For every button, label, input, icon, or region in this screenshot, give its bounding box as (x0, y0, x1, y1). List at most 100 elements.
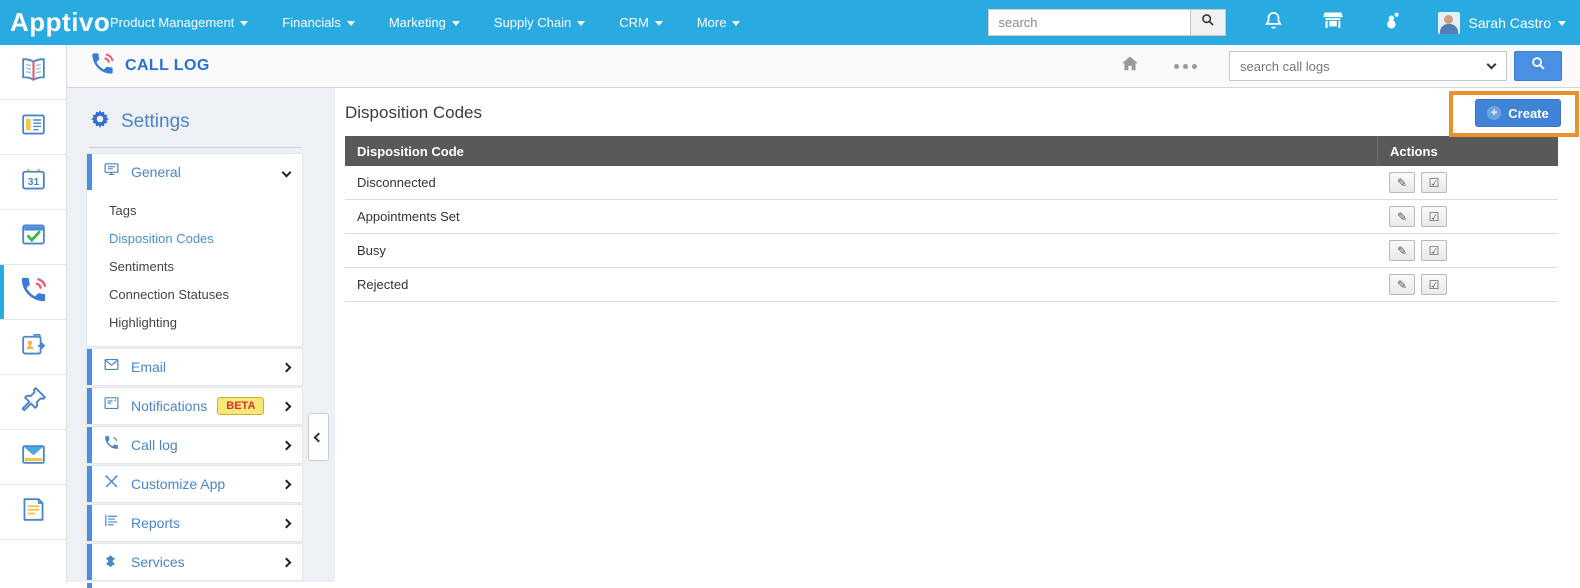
caret-down-icon (732, 20, 741, 26)
settings-section-customize-app-header[interactable]: Customize App (87, 466, 302, 502)
call-log-search (1229, 51, 1507, 81)
search-icon (1200, 12, 1216, 33)
rail-item-call-log[interactable] (0, 265, 66, 320)
caret-down-icon (240, 20, 249, 26)
section-label: General (131, 164, 181, 180)
menu-more[interactable]: More (697, 15, 741, 30)
settings-section-general-header[interactable]: General (87, 154, 302, 190)
pencil-icon: ✎ (1396, 175, 1408, 190)
avatar-body (1439, 23, 1458, 34)
rail-item-news[interactable] (0, 45, 66, 100)
disposition-code-value: Busy (357, 243, 386, 258)
verify-button[interactable]: ☑ (1421, 274, 1447, 295)
book-icon (18, 54, 49, 90)
disposition-code-value: Appointments Set (357, 209, 460, 224)
home-button[interactable] (1118, 53, 1142, 80)
call-log-search-button[interactable] (1514, 51, 1562, 81)
rail-item-notes[interactable] (0, 485, 66, 540)
checkbox-check-icon: ☑ (1428, 243, 1440, 258)
settings-section-call-log-header[interactable]: Call log (87, 427, 302, 463)
global-search-button[interactable] (1189, 9, 1226, 36)
disposition-codes-table: Disposition Code Actions Disconnected ✎ … (345, 136, 1558, 302)
chevron-right-icon (281, 479, 292, 489)
settings-section-email: Email (87, 349, 302, 385)
apptivo-logo[interactable]: Apptivo (0, 7, 110, 38)
menu-marketing[interactable]: Marketing (389, 15, 460, 30)
edit-button[interactable]: ✎ (1389, 240, 1415, 261)
chevron-right-icon (281, 401, 292, 411)
menu-label: CRM (619, 15, 649, 30)
app-icon-rail: 31 (0, 45, 67, 582)
menu-supply-chain[interactable]: Supply Chain (493, 15, 586, 30)
call-log-search-input[interactable] (1229, 51, 1507, 81)
page-app-title: CALL LOG (125, 57, 210, 74)
menu-crm[interactable]: CRM (619, 15, 663, 30)
settings-section-partial (87, 583, 302, 588)
create-button[interactable]: + Create (1475, 99, 1561, 127)
pencil-icon: ✎ (1396, 209, 1408, 224)
settings-item-sentiments[interactable]: Sentiments (109, 252, 302, 280)
call-log-phone-icon (89, 50, 116, 82)
pencil-icon: ✎ (1396, 277, 1408, 292)
more-options-button[interactable] (1174, 63, 1197, 69)
edit-button[interactable]: ✎ (1389, 172, 1415, 193)
rail-item-emails[interactable] (0, 430, 66, 485)
table-row: Busy ✎ ☑ (345, 234, 1558, 268)
verify-button[interactable]: ☑ (1421, 172, 1447, 193)
rail-item-campaigns[interactable] (0, 100, 66, 155)
menu-product-management[interactable]: Product Management (110, 15, 249, 30)
menu-label: Financials (282, 15, 341, 30)
user-menu[interactable]: Sarah Castro (1469, 15, 1551, 31)
caret-down-icon (654, 20, 663, 26)
table-row: Disconnected ✎ ☑ (345, 166, 1558, 200)
panel-collapse-button[interactable] (308, 413, 329, 461)
caret-down-icon (577, 20, 586, 26)
chevron-right-icon (281, 362, 292, 372)
global-search-input[interactable] (987, 9, 1190, 36)
section-label: Email (131, 359, 167, 375)
divider (89, 147, 301, 148)
user-avatar[interactable] (1437, 11, 1460, 34)
page-title: Disposition Codes (345, 103, 483, 122)
edit-button[interactable]: ✎ (1389, 274, 1415, 295)
settings-section-email-header[interactable]: Email (87, 349, 302, 385)
svg-text:31: 31 (27, 177, 39, 188)
notification-panel-icon (103, 395, 120, 417)
menu-label: Supply Chain (493, 15, 572, 30)
rail-item-pins[interactable] (0, 375, 66, 430)
settings-section-services: Services (87, 544, 302, 580)
settings-section-reports-header[interactable]: Reports (87, 505, 302, 541)
settings-item-disposition-codes[interactable]: Disposition Codes (109, 224, 302, 252)
settings-item-highlighting[interactable]: Highlighting (109, 308, 302, 336)
section-label: Services (131, 554, 185, 570)
puzzle-icon (103, 551, 120, 573)
rail-item-tasks[interactable] (0, 210, 66, 265)
chevron-right-icon (281, 440, 292, 450)
settings-section-call-log: Call log (87, 427, 302, 463)
notes-icon (18, 494, 49, 530)
pushpin-icon (18, 384, 49, 420)
feedback-button[interactable] (1381, 9, 1404, 37)
checkbox-check-icon: ☑ (1428, 175, 1440, 190)
app-store-button[interactable] (1321, 8, 1345, 37)
verify-button[interactable]: ☑ (1421, 240, 1447, 261)
rail-item-calendar[interactable]: 31 (0, 155, 66, 210)
settings-section-services-header[interactable]: Services (87, 544, 302, 580)
settings-section-notifications-header[interactable]: Notifications BETA (87, 388, 302, 424)
settings-item-connection-statuses[interactable]: Connection Statuses (109, 280, 302, 308)
contact-card-icon (18, 329, 49, 365)
disposition-code-value: Rejected (357, 277, 409, 292)
section-label: Customize App (131, 476, 226, 492)
calendar-31-icon: 31 (18, 164, 49, 200)
global-search (987, 9, 1226, 36)
envelope-icon (103, 356, 120, 378)
edit-button[interactable]: ✎ (1389, 206, 1415, 227)
home-icon (1118, 55, 1142, 79)
rail-item-contacts[interactable] (0, 320, 66, 375)
section-label: Notifications (131, 398, 208, 414)
notifications-bell-button[interactable] (1262, 9, 1285, 37)
settings-title: Settings (121, 110, 190, 132)
verify-button[interactable]: ☑ (1421, 206, 1447, 227)
menu-financials[interactable]: Financials (282, 15, 355, 30)
settings-item-tags[interactable]: Tags (109, 196, 302, 224)
